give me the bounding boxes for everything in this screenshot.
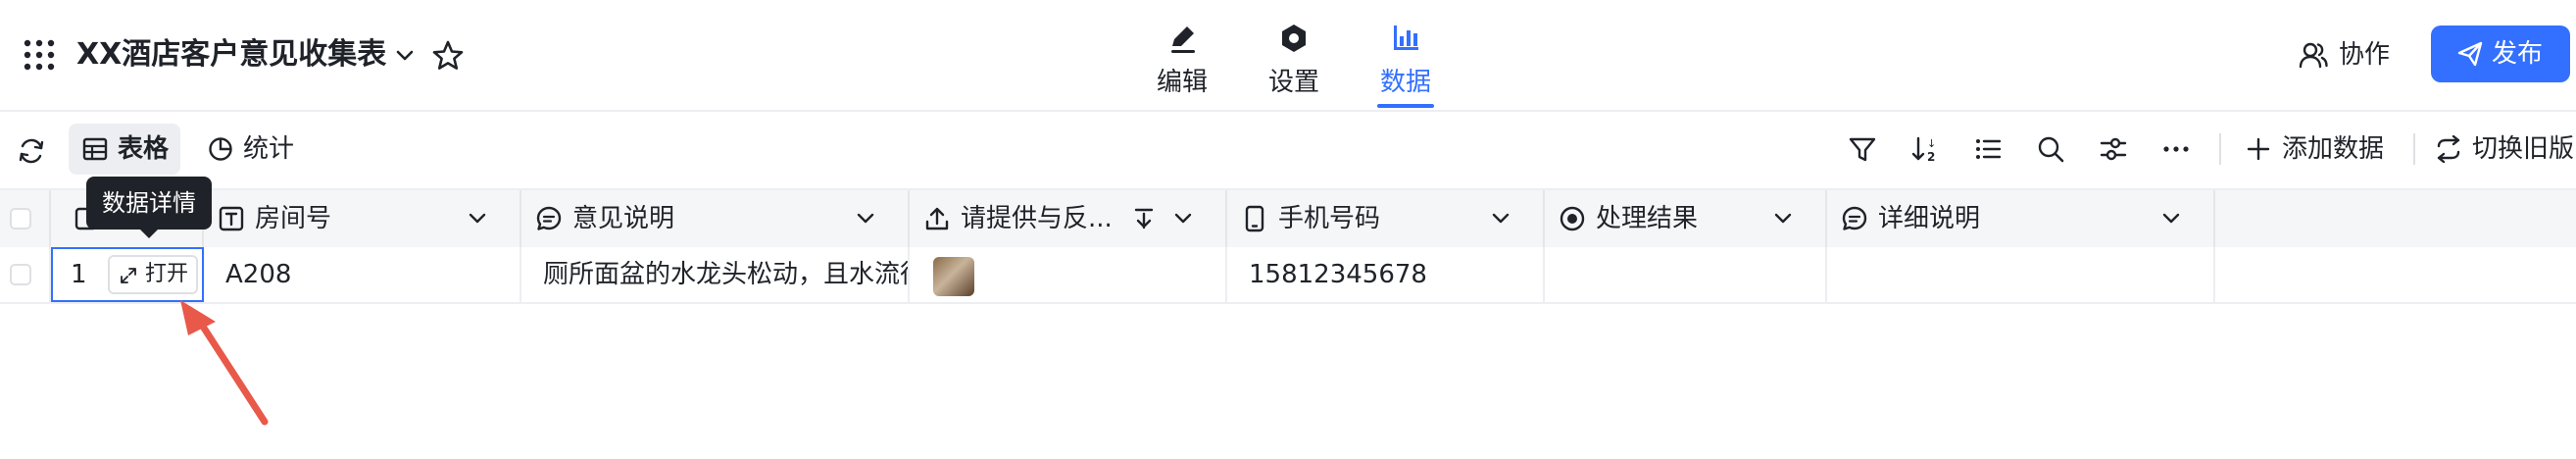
adjust-icon[interactable] [2098,133,2129,165]
sort-icon[interactable]: ↓ 2 [1909,133,1941,165]
cell-text: 厕所面盆的水龙头松动，且水流很 [543,260,910,289]
column-label: 房间号 [255,204,332,233]
table-icon [82,136,108,162]
pie-chart-icon [208,136,233,162]
tab-label: 设置 [1267,68,1319,97]
cell-text: 15812345678 [1249,260,1427,289]
chevron-down-icon[interactable] [1170,206,1196,231]
chevron-down-icon[interactable] [1488,206,1513,231]
publish-label: 发布 [2492,39,2544,69]
list-icon[interactable] [1972,133,2004,165]
tab-label: 数据 [1379,68,1431,97]
plus-icon [2245,135,2272,163]
column-label: 请提供与反... [961,204,1113,233]
refresh-icon[interactable] [16,135,47,167]
grid-menu-icon[interactable] [22,37,57,73]
select-all-checkbox[interactable] [10,208,31,230]
tab-settings[interactable]: 设置 [1259,16,1329,106]
bar-chart-icon [1387,20,1424,57]
row-select-cell [0,247,51,302]
chevron-down-icon[interactable] [2158,206,2184,231]
send-icon [2456,40,2484,68]
annotation-arrow-icon [167,294,284,432]
hexagon-gear-icon [1275,20,1313,57]
cell-detail[interactable] [1827,247,2215,302]
cell-phone[interactable]: 15812345678 [1227,247,1545,302]
chevron-down-icon[interactable] [390,41,420,71]
column-header-opinion[interactable]: 意见说明 [521,190,910,247]
radio-icon [1559,205,1586,232]
filter-icon[interactable] [1847,133,1878,165]
tab-label: 编辑 [1156,68,1208,97]
image-thumbnail[interactable] [933,257,974,296]
search-icon[interactable] [2035,133,2066,165]
cell-result[interactable] [1545,247,1827,302]
upload-icon [923,205,951,232]
switch-old-version-label: 切换旧版 [2472,134,2575,164]
people-icon [2298,39,2329,71]
expand-icon [120,267,137,284]
row-number: 1 [71,260,87,289]
comment-icon [535,205,563,232]
open-record-button[interactable]: 打开 [108,255,198,294]
switch-icon [2435,135,2462,163]
comment-icon [1841,205,1868,232]
active-tab-indicator [1377,104,1434,108]
open-record-label: 打开 [145,262,189,286]
view-table-tab[interactable]: 表格 [69,124,180,175]
row-checkbox[interactable] [10,264,31,285]
column-header-attachment[interactable]: 请提供与反... [910,190,1227,247]
column-header-phone[interactable]: 手机号码 [1227,190,1545,247]
add-data-label: 添加数据 [2282,134,2385,164]
cell-opinion[interactable]: 厕所面盆的水龙头松动，且水流很 [521,247,910,302]
column-header-result[interactable]: 处理结果 [1545,190,1827,247]
select-all-cell [0,190,51,247]
collaborate-label: 协作 [2339,40,2391,70]
chevron-down-icon[interactable] [1770,206,1796,231]
tooltip: 数据详情 [86,177,212,230]
chevron-down-icon[interactable] [853,206,878,231]
tab-edit[interactable]: 编辑 [1147,16,1217,106]
phone-icon [1241,205,1268,232]
column-label: 处理结果 [1596,204,1699,233]
view-stats-label: 统计 [243,134,295,164]
svg-text:↓: ↓ [1927,137,1936,150]
hide-field-icon[interactable] [1131,206,1157,231]
column-label: 手机号码 [1278,204,1381,233]
form-title[interactable]: XX酒店客户意见收集表 [76,29,386,80]
text-field-icon [218,205,245,232]
column-header-room[interactable]: 房间号 [204,190,521,247]
column-header-detail[interactable]: 详细说明 [1827,190,2215,247]
more-icon[interactable] [2160,133,2192,165]
star-icon[interactable] [429,37,467,75]
toolbar-divider [2219,133,2221,165]
cell-text: A208 [225,260,292,289]
view-table-label: 表格 [118,134,170,164]
svg-text:2: 2 [1927,150,1935,164]
pen-icon [1164,20,1201,57]
tab-data[interactable]: 数据 [1370,16,1441,106]
column-label: 意见说明 [572,204,675,233]
toolbar-divider [2413,133,2415,165]
column-label: 详细说明 [1878,204,1981,233]
chevron-down-icon[interactable] [465,206,490,231]
publish-button[interactable]: 发布 [2431,26,2570,82]
tooltip-arrow [139,229,159,238]
view-stats-tab[interactable]: 统计 [196,124,314,175]
tooltip-text: 数据详情 [102,189,196,217]
